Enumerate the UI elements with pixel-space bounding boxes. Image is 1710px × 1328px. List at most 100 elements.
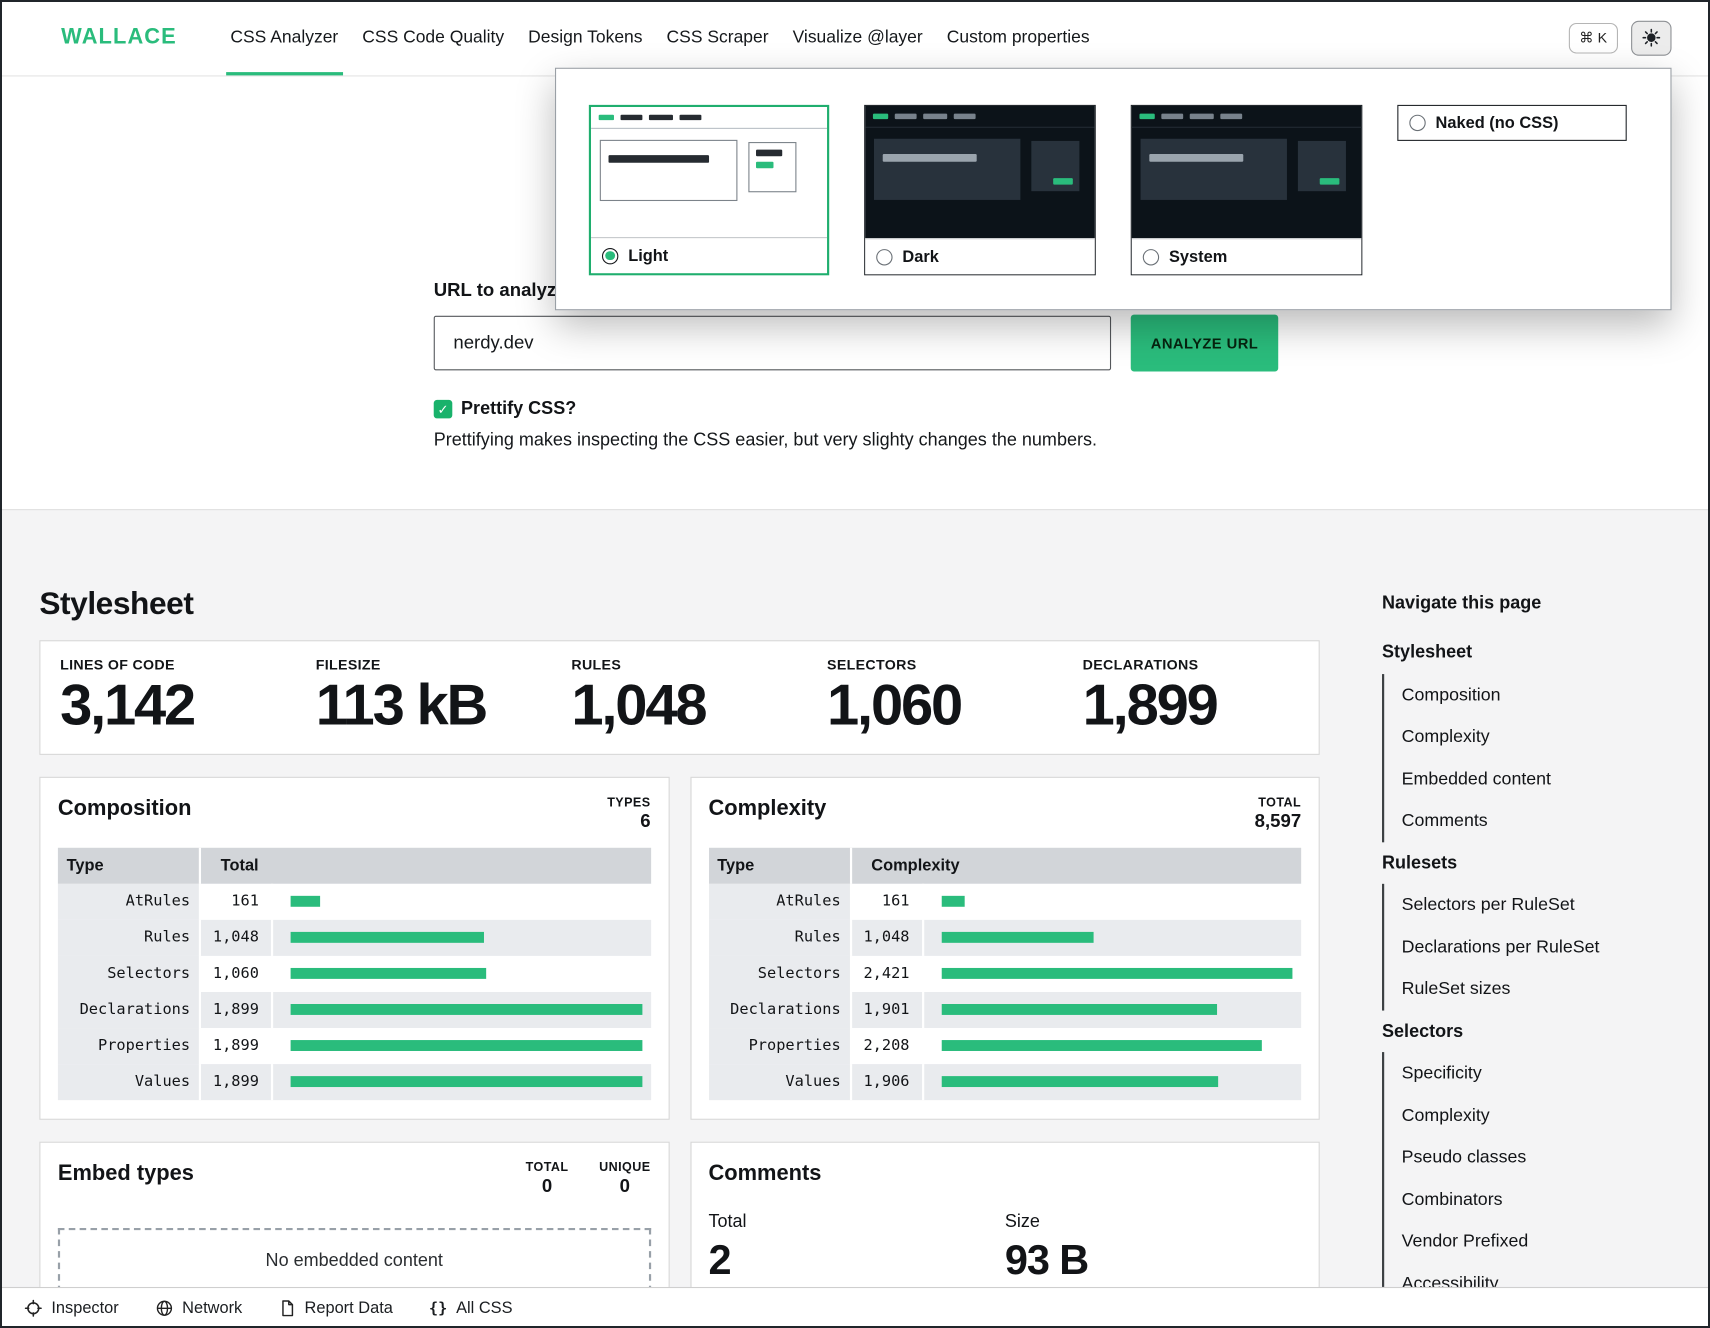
meta-value: 6 <box>607 810 650 832</box>
stat-label: RULES <box>571 657 807 673</box>
theme-option-naked[interactable]: Naked (no CSS) <box>1397 105 1626 141</box>
table-row: Values1,899 <box>58 1064 651 1100</box>
embed-types-meta: TOTAL 0 UNIQUE 0 <box>526 1161 651 1197</box>
prettify-label: Prettify CSS? <box>461 399 576 420</box>
row-type-label: Declarations <box>58 992 200 1028</box>
devtools-tab-report-data[interactable]: Report Data <box>278 1299 393 1318</box>
nav-item-design-tokens[interactable]: Design Tokens <box>516 0 654 75</box>
url-input[interactable] <box>434 316 1111 371</box>
row-value: 161 <box>851 883 923 919</box>
page-nav-item-embedded-content[interactable]: Embedded content <box>1402 758 1688 800</box>
comments-total-value: 2 <box>708 1237 1004 1284</box>
bar <box>291 968 487 979</box>
page-nav-item-combinators[interactable]: Combinators <box>1402 1178 1688 1220</box>
stat-lines-of-code: LINES OF CODE 3,142 <box>40 657 296 736</box>
naked-radio[interactable] <box>1409 115 1425 131</box>
composition-table: Type Total AtRules161Rules1,048Selectors… <box>58 847 651 1099</box>
system-theme-preview <box>1132 106 1361 238</box>
system-label: System <box>1169 247 1227 266</box>
row-type-label: Rules <box>58 919 200 955</box>
row-bar-cell <box>923 992 1302 1028</box>
main-nav: CSS Analyzer CSS Code Quality Design Tok… <box>218 0 1101 75</box>
row-bar-cell <box>272 1064 651 1100</box>
system-preview-input <box>1141 139 1287 200</box>
nav-item-css-scraper[interactable]: CSS Scraper <box>655 0 781 75</box>
page-nav-item-vendor-prefixed[interactable]: Vendor Prefixed <box>1402 1220 1688 1262</box>
theme-picker-popover: Light Dark <box>555 68 1672 311</box>
stat-label: FILESIZE <box>316 657 552 673</box>
row-value: 1,899 <box>200 1028 272 1064</box>
table-row: Rules1,048 <box>58 919 651 955</box>
comments-size: Size 93 B <box>1005 1211 1301 1284</box>
page-nav-item-composition[interactable]: Composition <box>1402 674 1688 716</box>
page-nav-item-comments[interactable]: Comments <box>1402 800 1688 842</box>
light-radio[interactable] <box>602 247 618 263</box>
stats-panel: LINES OF CODE 3,142 FILESIZE 113 kB RULE… <box>39 640 1319 754</box>
theme-option-dark[interactable]: Dark <box>864 105 1096 275</box>
page-nav-item-selectors-per-ruleset[interactable]: Selectors per RuleSet <box>1402 884 1688 926</box>
bar <box>291 932 485 943</box>
page-nav-group-stylesheet[interactable]: Stylesheet <box>1382 631 1688 673</box>
prettify-note: Prettifying makes inspecting the CSS eas… <box>434 430 1710 451</box>
row-bar-cell <box>923 1064 1302 1100</box>
prettify-checkbox[interactable] <box>434 400 453 419</box>
system-radio[interactable] <box>1143 249 1159 265</box>
analyze-url-button[interactable]: ANALYZE URL <box>1131 315 1278 372</box>
theme-toggle-button[interactable] <box>1631 20 1671 55</box>
nav-item-css-code-quality[interactable]: CSS Code Quality <box>350 0 516 75</box>
system-preview-navbar <box>1132 106 1361 128</box>
row-type-label: Declarations <box>708 992 850 1028</box>
row-type-label: Selectors <box>708 956 850 992</box>
page-nav-item-complexity[interactable]: Complexity <box>1402 1094 1688 1136</box>
column-header-complexity: Complexity <box>851 847 1302 883</box>
page-nav-item-complexity[interactable]: Complexity <box>1402 716 1688 758</box>
comments-total: Total 2 <box>708 1211 1004 1284</box>
composition-panel-head: Composition TYPES 6 <box>58 796 651 832</box>
row-bar-cell <box>272 992 651 1028</box>
bar <box>291 896 321 907</box>
page-nav-item-specificity[interactable]: Specificity <box>1402 1052 1688 1094</box>
row-type-label: Properties <box>58 1028 200 1064</box>
page-nav-group-selectors[interactable]: Selectors <box>1382 1010 1688 1052</box>
nav-item-custom-properties[interactable]: Custom properties <box>935 0 1102 75</box>
nav-item-css-analyzer[interactable]: CSS Analyzer <box>218 0 350 75</box>
nav-item-visualize-layer[interactable]: Visualize @layer <box>781 0 935 75</box>
row-value: 2,421 <box>851 956 923 992</box>
row-value: 2,208 <box>851 1028 923 1064</box>
bar <box>941 1040 1261 1051</box>
stat-declarations: DECLARATIONS 1,899 <box>1063 657 1319 736</box>
dark-radio[interactable] <box>876 249 892 265</box>
page-nav-item-pseudo-classes[interactable]: Pseudo classes <box>1402 1136 1688 1178</box>
page-nav-group-rulesets[interactable]: Rulesets <box>1382 842 1688 884</box>
stat-selectors: SELECTORS 1,060 <box>807 657 1063 736</box>
stat-value: 113 kB <box>316 675 552 736</box>
page-nav-title: Navigate this page <box>1382 593 1688 614</box>
row-bar-cell <box>272 919 651 955</box>
complexity-meta: TOTAL 8,597 <box>1255 796 1301 832</box>
devtools-tab-inspector[interactable]: Inspector <box>24 1299 119 1318</box>
command-k-button[interactable]: ⌘ K <box>1569 22 1618 53</box>
wallace-logo[interactable]: WALLACE <box>61 25 177 50</box>
meta-value: 0 <box>526 1175 569 1197</box>
url-row: ANALYZE URL <box>434 316 1710 372</box>
table-header-row: Type Total <box>58 847 651 883</box>
network-icon <box>155 1299 174 1318</box>
stat-label: DECLARATIONS <box>1083 657 1319 673</box>
table-row: Declarations1,901 <box>708 992 1301 1028</box>
complexity-table: Type Complexity AtRules161Rules1,048Sele… <box>708 847 1301 1099</box>
page-nav-item-declarations-per-ruleset[interactable]: Declarations per RuleSet <box>1402 926 1688 968</box>
dark-preview-input <box>874 139 1020 200</box>
theme-option-light[interactable]: Light <box>589 105 829 275</box>
system-preview-button <box>1298 141 1346 191</box>
light-option-footer: Light <box>591 237 827 273</box>
devtools-tab-network[interactable]: Network <box>155 1299 242 1318</box>
dark-preview-navbar <box>865 106 1094 128</box>
devtools-tab-all-css[interactable]: {} All CSS <box>429 1299 513 1318</box>
dark-preview-button <box>1031 141 1079 191</box>
meta-label: TYPES <box>607 796 650 809</box>
composition-meta: TYPES 6 <box>607 796 650 832</box>
page-nav-item-ruleset-sizes[interactable]: RuleSet sizes <box>1402 968 1688 1010</box>
theme-option-system[interactable]: System <box>1131 105 1363 275</box>
charts-row: Composition TYPES 6 Type Total AtRules16… <box>39 776 1319 1119</box>
table-row: Properties2,208 <box>708 1028 1301 1064</box>
